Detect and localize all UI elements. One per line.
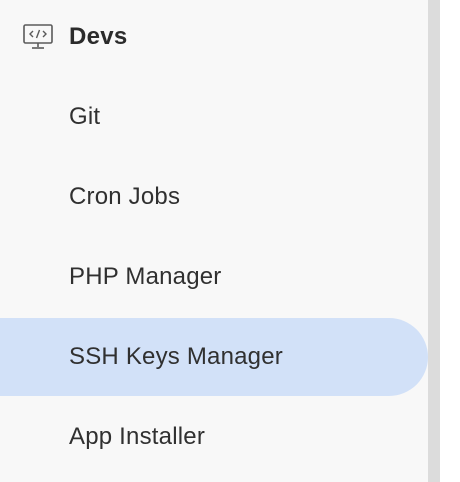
sidebar-item-git[interactable]: Git bbox=[0, 78, 428, 156]
sidebar-item-label: Git bbox=[69, 103, 101, 130]
sidebar-item-cron-jobs[interactable]: Cron Jobs bbox=[0, 158, 428, 236]
sidebar-item-label: App Installer bbox=[69, 423, 206, 450]
sidebar-item-label: Cron Jobs bbox=[69, 183, 181, 210]
scrollbar[interactable] bbox=[428, 0, 440, 482]
page-background bbox=[440, 0, 460, 482]
code-monitor-icon bbox=[23, 24, 53, 50]
sidebar-item-app-installer[interactable]: App Installer bbox=[0, 398, 428, 476]
sidebar: Devs Git Cron Jobs PHP Manager SSH Keys … bbox=[0, 0, 428, 482]
sidebar-item-label: SSH Keys Manager bbox=[69, 343, 283, 370]
section-header-devs[interactable]: Devs bbox=[0, 0, 428, 74]
sidebar-item-ssh-keys-manager[interactable]: SSH Keys Manager bbox=[0, 318, 428, 396]
sidebar-item-label: PHP Manager bbox=[69, 263, 222, 290]
section-title: Devs bbox=[69, 23, 128, 50]
sidebar-item-php-manager[interactable]: PHP Manager bbox=[0, 238, 428, 316]
